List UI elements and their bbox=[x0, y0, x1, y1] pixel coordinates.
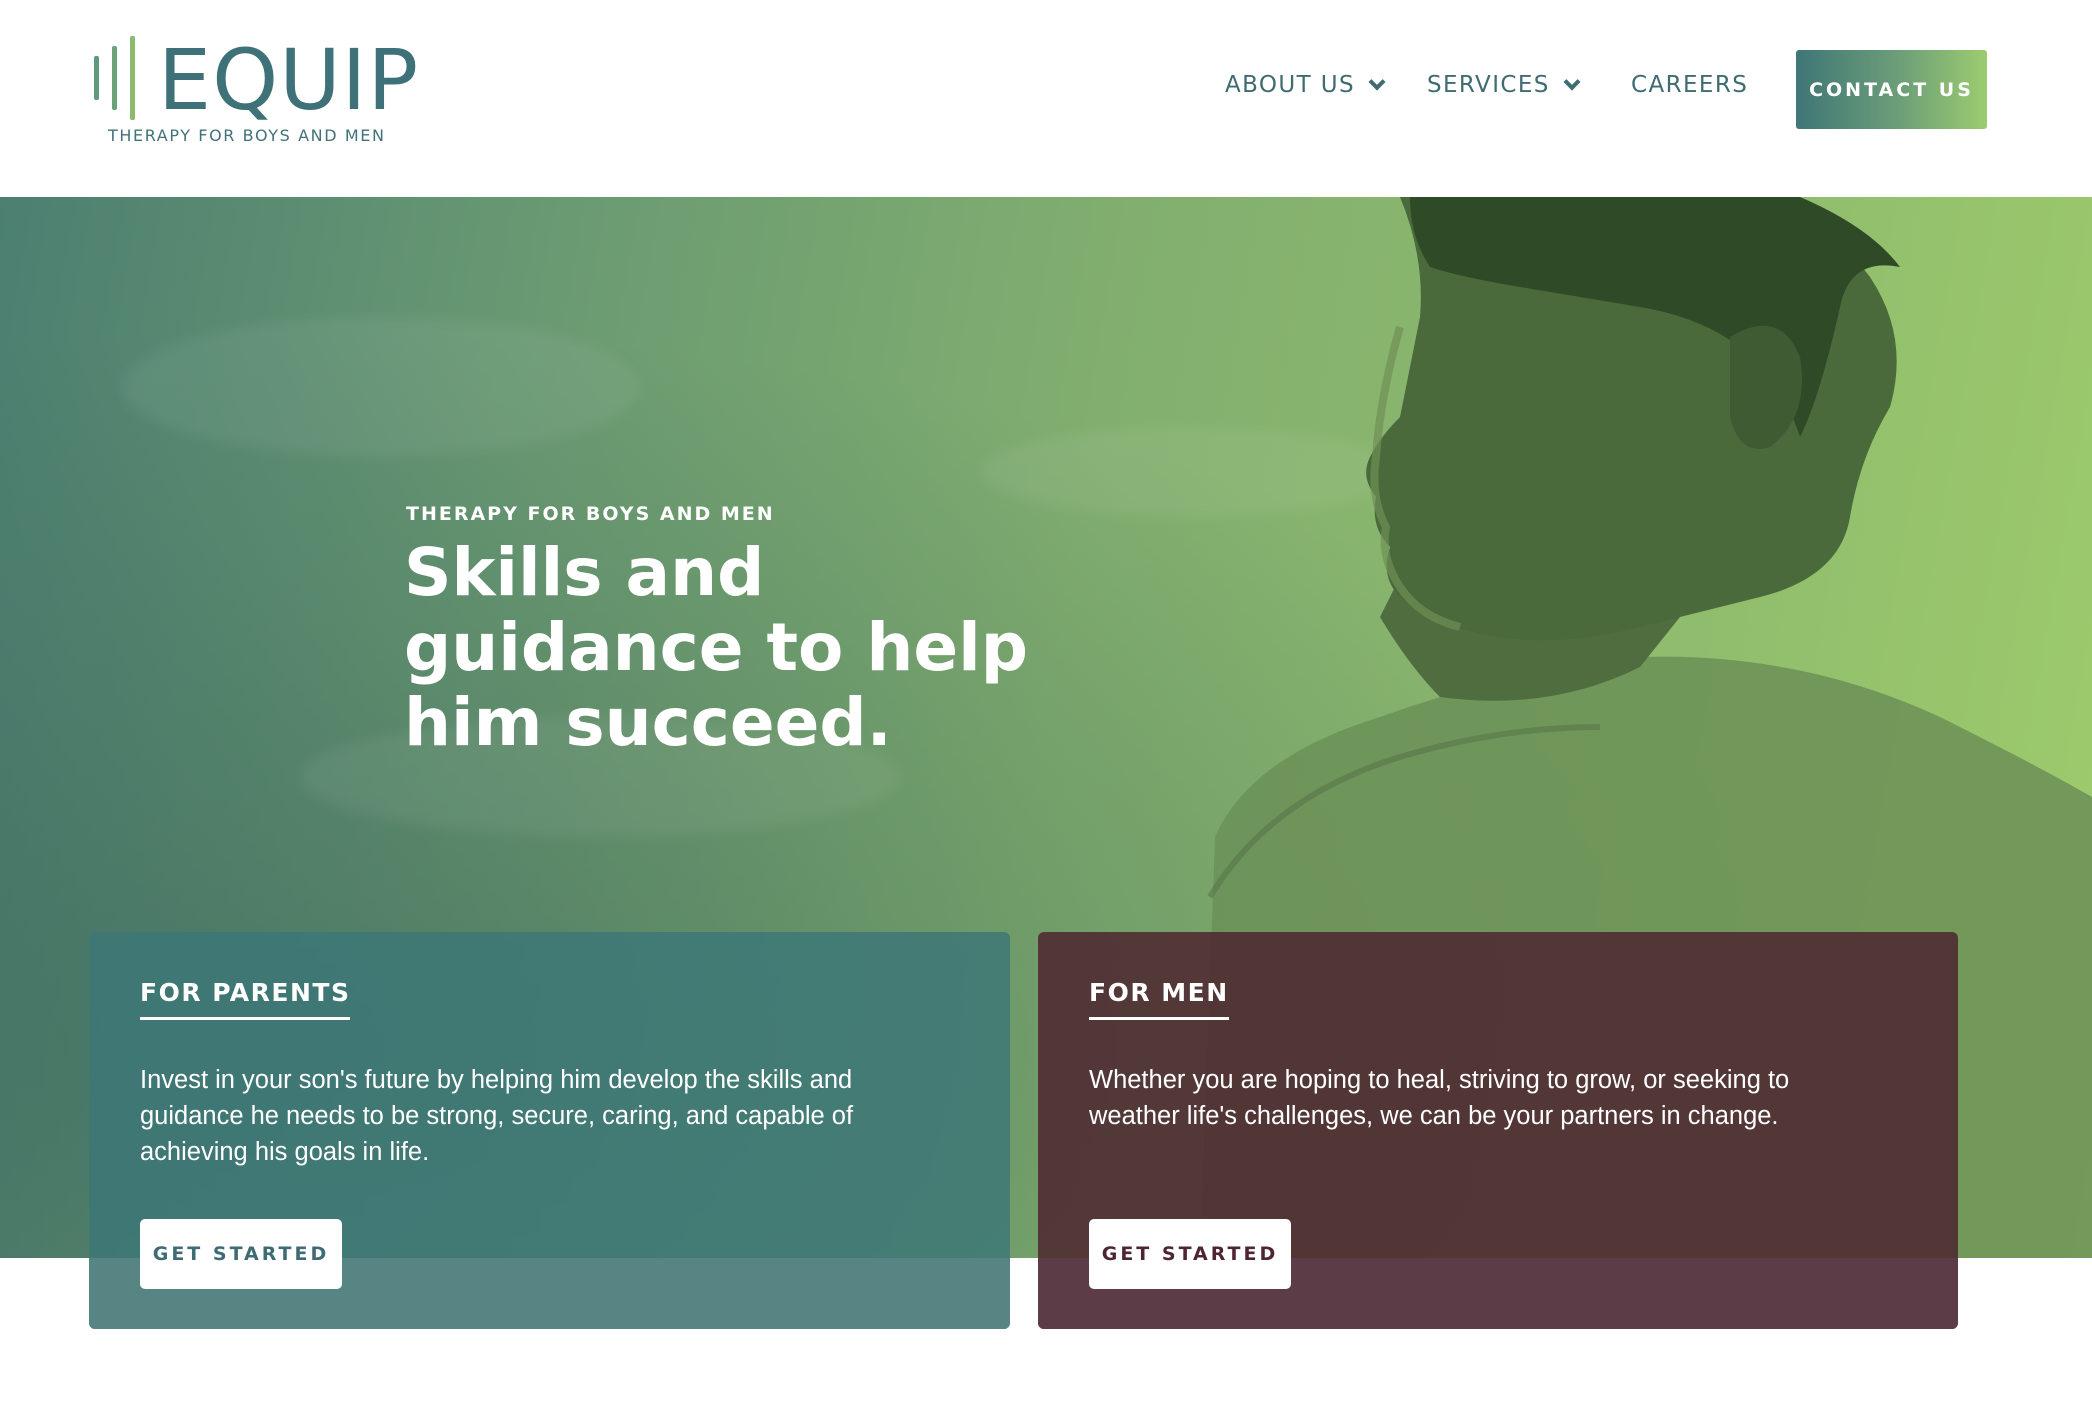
nav-services-label: SERVICES bbox=[1427, 72, 1550, 98]
nav-careers-label: CAREERS bbox=[1631, 72, 1749, 98]
nav-careers[interactable]: CAREERS bbox=[1631, 72, 1748, 98]
nav-about-us-label: ABOUT US bbox=[1225, 72, 1356, 98]
men-get-started-button[interactable]: GET STARTED bbox=[1089, 1219, 1291, 1289]
brand-tagline: THERAPY FOR BOYS AND MEN bbox=[108, 126, 386, 145]
logo-bars-icon bbox=[90, 36, 148, 120]
contact-us-button[interactable]: CONTACT US bbox=[1796, 50, 1987, 129]
hero-title: Skills and guidance to help him succeed. bbox=[404, 534, 1028, 761]
for-men-card: FOR MEN Whether you are hoping to heal, … bbox=[1038, 932, 1958, 1329]
nav-about-us[interactable]: ABOUT US bbox=[1225, 72, 1386, 98]
hero-eyebrow: THERAPY FOR BOYS AND MEN bbox=[406, 503, 775, 525]
brand-logo[interactable]: EQUIP THERAPY FOR BOYS AND MEN bbox=[90, 30, 430, 155]
parents-get-started-button[interactable]: GET STARTED bbox=[140, 1219, 342, 1289]
for-parents-title: FOR PARENTS bbox=[140, 978, 351, 1020]
for-men-text: Whether you are hoping to heal, striving… bbox=[1089, 1066, 1790, 1130]
site-header: EQUIP THERAPY FOR BOYS AND MEN ABOUT US … bbox=[0, 0, 2092, 197]
for-men-title: FOR MEN bbox=[1089, 978, 1229, 1020]
for-parents-text: Invest in your son's future by helping h… bbox=[140, 1066, 854, 1166]
chevron-down-icon bbox=[1368, 73, 1386, 91]
nav-services[interactable]: SERVICES bbox=[1427, 72, 1581, 98]
chevron-down-icon bbox=[1563, 73, 1581, 91]
for-parents-card: FOR PARENTS Invest in your son's future … bbox=[89, 932, 1010, 1329]
brand-name: EQUIP bbox=[158, 31, 420, 129]
